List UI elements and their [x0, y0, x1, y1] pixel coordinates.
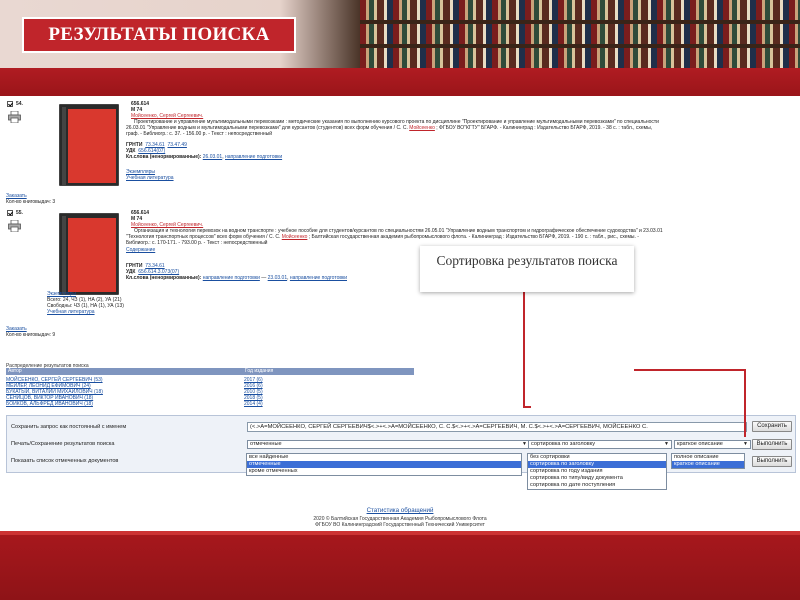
sort-options-list: без сортировки сортировка по заголовку с…: [527, 453, 667, 490]
study-literature-link[interactable]: Учебная литература: [126, 175, 174, 181]
print-options-list: все найденные отмеченные кроме отмеченны…: [246, 453, 522, 476]
callout-arrow: [634, 369, 746, 371]
save-button[interactable]: Сохранить: [752, 421, 792, 432]
keyword-link[interactable]: направление подготовки: [203, 275, 260, 281]
description-options-list: полное описание краткое описание: [671, 453, 745, 469]
sort-option[interactable]: сортировка по типу/виду документа: [528, 475, 666, 482]
sort-option[interactable]: сортировка по году издания: [528, 468, 666, 475]
keyword-link[interactable]: 26.03.01: [203, 154, 222, 160]
keyword-link[interactable]: направление подготовки: [225, 154, 282, 160]
run-marked-button[interactable]: Выполнить: [752, 456, 792, 467]
record-checkbox[interactable]: [7, 210, 13, 216]
result-record: 55. 656.614 М 74 Мойсеенко, Сергей Серге…: [6, 210, 663, 338]
result-record: 54. 656.614 М 74 Мойсеенко, Сергей Серге…: [6, 101, 659, 205]
printer-icon[interactable]: [8, 111, 21, 123]
header-banner: РЕЗУЛЬТАТЫ ПОИСКА: [0, 0, 800, 68]
grnti-link[interactable]: 73.47.49: [167, 142, 186, 148]
printer-icon[interactable]: [8, 220, 21, 232]
run-button[interactable]: Выполнить: [752, 439, 792, 450]
record-checkbox[interactable]: [7, 101, 13, 107]
loan-count: Кол-во книговыдач: 9: [6, 332, 56, 338]
description-option[interactable]: полное описание: [672, 454, 744, 461]
bookshelf-image: [360, 0, 800, 68]
loan-count: Кол-во книговыдач: 3: [6, 199, 56, 205]
red-band: [0, 68, 800, 96]
distribution-row: БОЙКОВ, АЛЬФРЕД ИВАНОВИЧ (18) 2014 (4): [6, 401, 263, 407]
sort-option-selected[interactable]: сортировка по заголовку: [528, 461, 666, 468]
record-number: 54.: [16, 101, 23, 107]
print-select[interactable]: отмеченные ▼: [247, 440, 530, 449]
sort-option[interactable]: без сортировки: [528, 454, 666, 461]
callout-arrow: [523, 292, 525, 408]
sort-callout: Сортировка результатов поиска: [420, 246, 634, 292]
distribution-header: Автор Год издания: [6, 368, 414, 375]
print-option-selected[interactable]: отмеченные: [247, 461, 521, 468]
description-select[interactable]: краткое описание ▼: [674, 440, 751, 449]
book-cover-icon: [59, 104, 119, 186]
description-option-selected[interactable]: краткое описание: [672, 461, 744, 468]
print-option[interactable]: все найденные: [247, 454, 521, 461]
statistics-link[interactable]: Статистика обращений: [0, 507, 800, 514]
record-number: 55.: [16, 210, 23, 216]
keyword-link[interactable]: направление подготовки: [290, 275, 347, 281]
contents-link[interactable]: Содержание: [126, 247, 155, 253]
study-literature-link[interactable]: Учебная литература: [47, 309, 95, 315]
footer-university: ФГБОУ ВО Калининградский Государственный…: [315, 522, 485, 528]
book-cover-icon: [59, 213, 119, 295]
search-results: 54. 656.614 М 74 Мойсеенко, Сергей Серге…: [0, 96, 800, 531]
print-option[interactable]: кроме отмеченных: [247, 468, 521, 475]
sort-option[interactable]: сортировка по дате поступления: [528, 482, 666, 489]
keyword-link[interactable]: 23.03.01: [268, 275, 287, 281]
query-name-input[interactable]: (<.>A=МОЙСЕЕНКО, СЕРГЕЙ СЕРГЕЕВИЧ$<.>+<.…: [247, 422, 747, 432]
page-title: РЕЗУЛЬТАТЫ ПОИСКА: [22, 17, 296, 53]
sort-select[interactable]: сортировка по заголовку ▼: [528, 440, 672, 449]
bottom-band: [0, 531, 800, 600]
